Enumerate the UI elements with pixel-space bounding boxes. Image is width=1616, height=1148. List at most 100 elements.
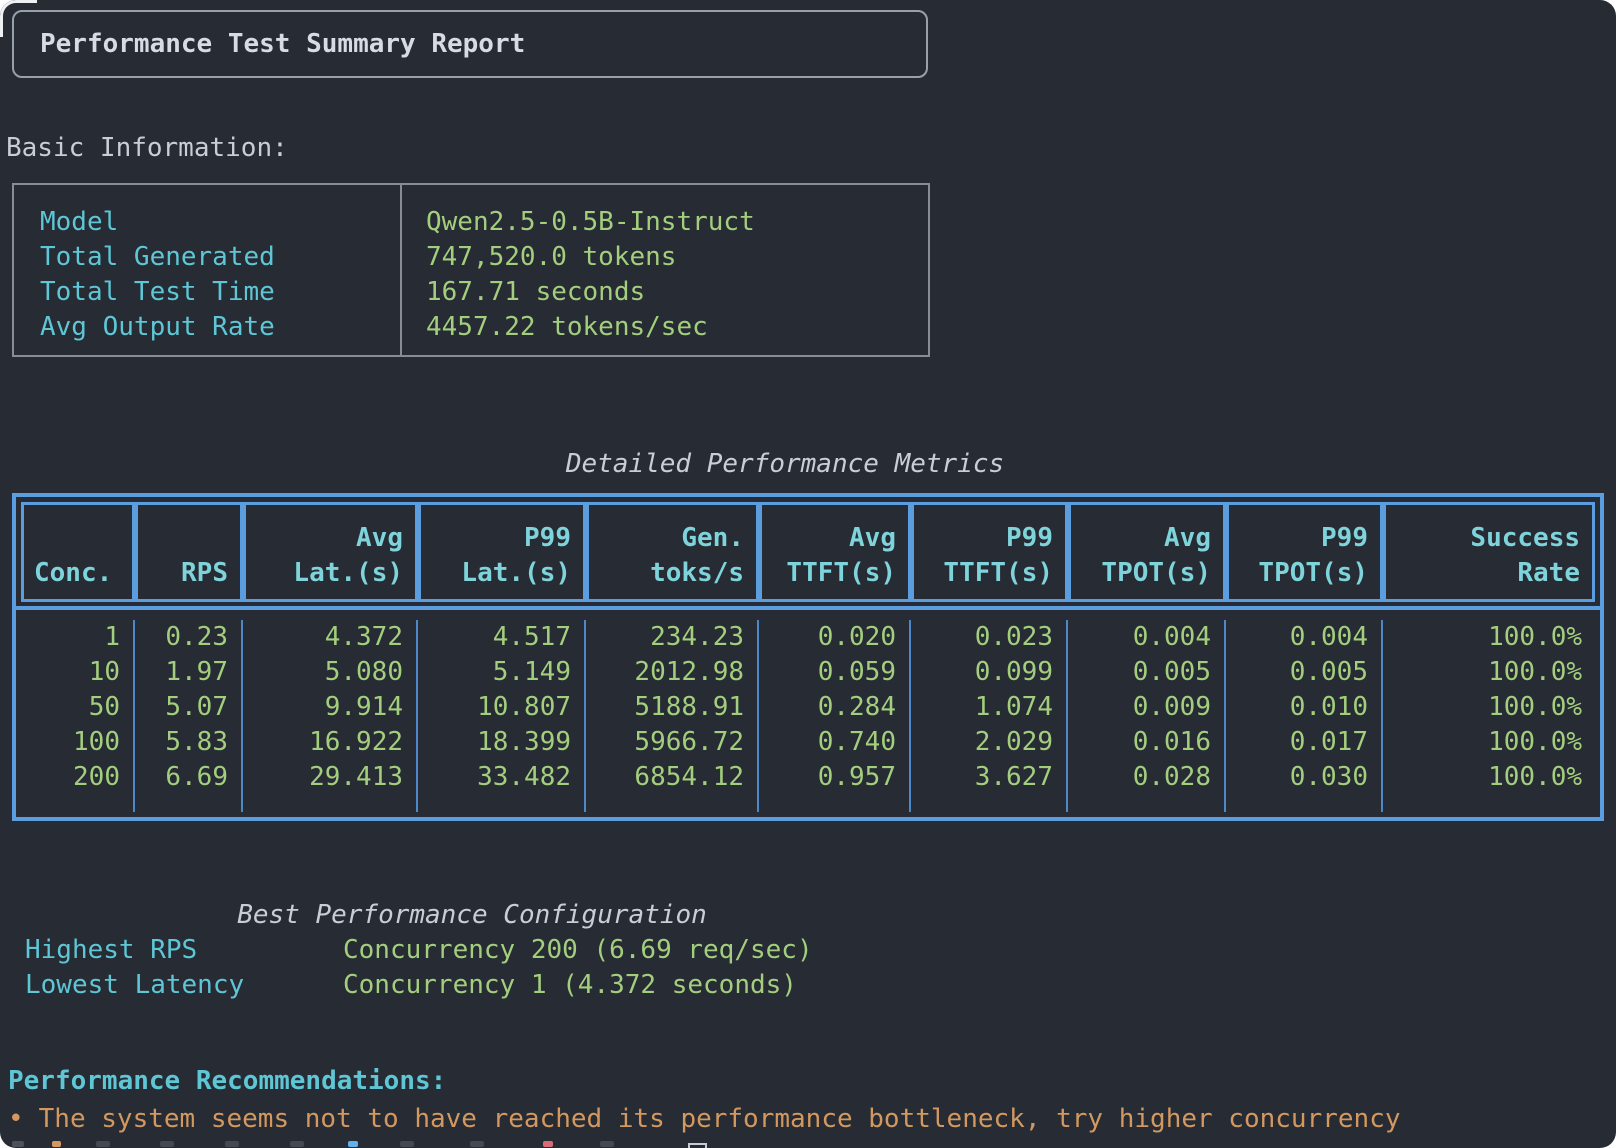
table-row: 505.079.91410.8075188.910.2841.0740.0090… — [21, 690, 1595, 725]
table-row: 10.234.3724.517234.230.0200.0230.0040.00… — [21, 620, 1595, 655]
table-cell: 1.074 — [911, 690, 1068, 725]
table-cell: 0.028 — [1068, 760, 1226, 812]
clipped-text-fragment — [400, 1141, 414, 1147]
table-cell: 100.0% — [1383, 620, 1595, 655]
table-row: 101.975.0805.1492012.980.0590.0990.0050.… — [21, 655, 1595, 690]
table-cell: 10 — [21, 655, 135, 690]
metrics-header-cell: SuccessRate — [1383, 502, 1595, 602]
header-line-1: P99 — [524, 521, 571, 556]
best-config-label: Lowest Latency — [25, 968, 343, 1003]
header-line-1: Success — [1470, 521, 1580, 556]
basic-info-value-column: Qwen2.5-0.5B-Instruct747,520.0 tokens167… — [402, 185, 928, 355]
info-value: 747,520.0 tokens — [426, 240, 928, 275]
metrics-table: Conc.RPSAvgLat.(s)P99Lat.(s)Gen.toks/sAv… — [12, 493, 1604, 821]
header-line-1: Avg — [1164, 521, 1211, 556]
header-line-1: P99 — [1321, 521, 1368, 556]
best-config-row: Lowest LatencyConcurrency 1 (4.372 secon… — [12, 968, 932, 1003]
clipped-text-fragment — [96, 1141, 110, 1147]
recommendation-item: •The system seems not to have reached it… — [8, 1102, 1608, 1140]
header-line-2: RPS — [181, 556, 228, 591]
best-config-value: Concurrency 200 (6.69 req/sec) — [343, 933, 932, 968]
header-line-1: Avg — [356, 521, 403, 556]
clipped-text-fragment — [290, 1141, 304, 1147]
table-cell: 0.005 — [1226, 655, 1383, 690]
table-cell: 1.97 — [135, 655, 243, 690]
clipped-text-fragment — [12, 1141, 24, 1147]
clipped-text-fragment — [348, 1141, 358, 1147]
info-value: Qwen2.5-0.5B-Instruct — [426, 205, 928, 240]
table-cell: 16.922 — [243, 725, 418, 760]
table-cell: 0.740 — [759, 725, 911, 760]
header-line-2: Conc. — [34, 556, 112, 591]
table-cell: 4.372 — [243, 620, 418, 655]
metrics-table-header-row: Conc.RPSAvgLat.(s)P99Lat.(s)Gen.toks/sAv… — [21, 502, 1595, 602]
info-label: Avg Output Rate — [40, 310, 400, 345]
metrics-table-body: 10.234.3724.517234.230.0200.0230.0040.00… — [21, 614, 1595, 812]
table-cell: 100.0% — [1383, 655, 1595, 690]
header-line-1: Avg — [849, 521, 896, 556]
table-cell: 100.0% — [1383, 690, 1595, 725]
table-cell: 100.0% — [1383, 725, 1595, 760]
best-config-title: Best Performance Configuration — [12, 898, 932, 933]
table-cell: 1 — [21, 620, 135, 655]
table-cell: 100 — [21, 725, 135, 760]
table-cell: 234.23 — [586, 620, 759, 655]
best-config-row: Highest RPSConcurrency 200 (6.69 req/sec… — [12, 933, 932, 968]
table-cell: 5.149 — [418, 655, 586, 690]
table-cell: 29.413 — [243, 760, 418, 812]
metrics-header-cell: P99TTFT(s) — [911, 502, 1068, 602]
table-cell: 100.0% — [1383, 760, 1595, 812]
table-cell: 33.482 — [418, 760, 586, 812]
table-cell: 0.284 — [759, 690, 911, 725]
header-line-2: Rate — [1517, 556, 1580, 591]
header-line-2: toks/s — [650, 556, 744, 591]
table-cell: 4.517 — [418, 620, 586, 655]
info-label: Total Test Time — [40, 275, 400, 310]
clipped-text-fragment — [225, 1141, 239, 1147]
metrics-header-cell: Conc. — [21, 502, 135, 602]
table-cell: 0.004 — [1068, 620, 1226, 655]
clipped-text-fragment — [160, 1141, 174, 1147]
recommendation-text: The system seems not to have reached its… — [39, 1104, 1401, 1134]
table-cell: 0.016 — [1068, 725, 1226, 760]
table-cell: 3.627 — [911, 760, 1068, 812]
partial-bottom-line — [0, 1141, 1616, 1148]
metrics-header-cell: AvgTTFT(s) — [759, 502, 911, 602]
table-cell: 9.914 — [243, 690, 418, 725]
recommendations-list: •The system seems not to have reached it… — [8, 1102, 1608, 1140]
recommendations-section: Performance Recommendations: •The system… — [8, 1064, 1608, 1140]
table-cell: 6.69 — [135, 760, 243, 812]
bullet-icon: • — [8, 1104, 39, 1134]
recommendations-heading: Performance Recommendations: — [8, 1064, 1608, 1102]
best-config-value: Concurrency 1 (4.372 seconds) — [343, 968, 932, 1003]
info-label: Total Generated — [40, 240, 400, 275]
table-cell: 0.005 — [1068, 655, 1226, 690]
metrics-header-cell: P99Lat.(s) — [418, 502, 586, 602]
metrics-header-cell: AvgLat.(s) — [243, 502, 418, 602]
basic-info-label-column: ModelTotal GeneratedTotal Test TimeAvg O… — [14, 185, 402, 355]
header-line-2: TPOT(s) — [1101, 556, 1211, 591]
best-config-section: Best Performance Configuration Highest R… — [12, 898, 932, 1003]
report-title-box: Performance Test Summary Report — [12, 10, 928, 78]
table-cell: 0.957 — [759, 760, 911, 812]
info-label: Model — [40, 205, 400, 240]
basic-info-table: ModelTotal GeneratedTotal Test TimeAvg O… — [12, 183, 930, 357]
table-row: 2006.6929.41333.4826854.120.9573.6270.02… — [21, 760, 1595, 812]
table-cell: 5.07 — [135, 690, 243, 725]
table-cell: 10.807 — [418, 690, 586, 725]
table-cell: 6854.12 — [586, 760, 759, 812]
table-cell: 5966.72 — [586, 725, 759, 760]
info-value: 4457.22 tokens/sec — [426, 310, 928, 345]
table-cell: 50 — [21, 690, 135, 725]
table-cell: 0.009 — [1068, 690, 1226, 725]
terminal-cursor — [688, 1143, 707, 1148]
header-line-1: Gen. — [681, 521, 744, 556]
clipped-text-fragment — [543, 1141, 553, 1147]
header-line-2: Lat.(s) — [293, 556, 403, 591]
table-cell: 2.029 — [911, 725, 1068, 760]
header-line-2: TTFT(s) — [786, 556, 896, 591]
table-cell: 0.020 — [759, 620, 911, 655]
page-title: Performance Test Summary Report — [40, 27, 525, 62]
metrics-header-cell: RPS — [135, 502, 243, 602]
table-cell: 0.004 — [1226, 620, 1383, 655]
